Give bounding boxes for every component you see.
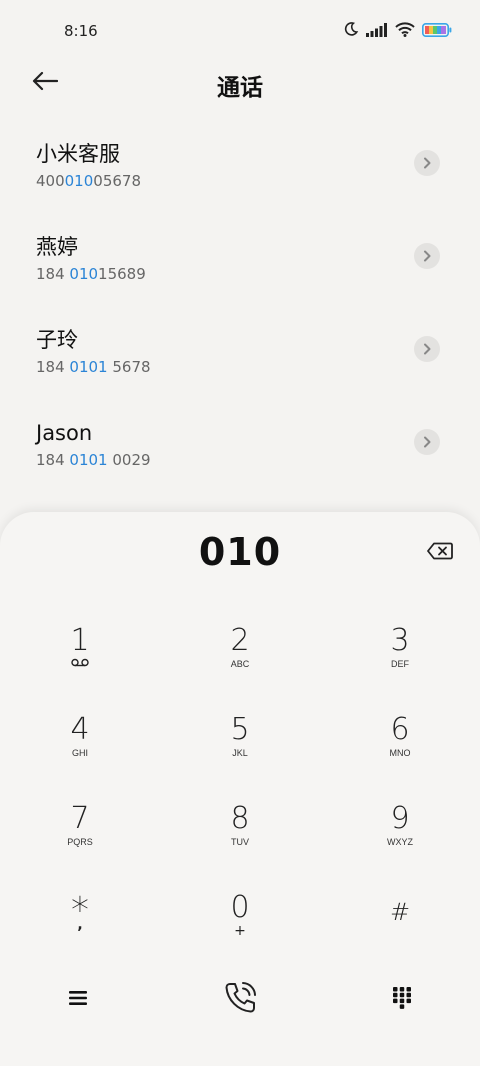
key-letters: TUV — [231, 837, 249, 847]
contact-number: 184 01015689 — [36, 265, 146, 283]
page-title: 通话 — [217, 75, 263, 101]
key-letters: + — [234, 923, 246, 939]
contact-detail-button[interactable] — [414, 336, 440, 362]
status-bar: 8:16 — [0, 0, 480, 62]
key-digit: 8 — [230, 801, 250, 836]
key-2[interactable]: 2 ABC — [160, 620, 320, 709]
key-7[interactable]: 7 PQRS — [0, 798, 160, 887]
menu-button[interactable] — [56, 978, 100, 1022]
key-hash[interactable]: # — [320, 887, 480, 976]
contact-detail-button[interactable] — [414, 150, 440, 176]
key-digit: 4 — [70, 712, 90, 747]
signal-icon — [366, 22, 388, 41]
key-digit: 0 — [230, 890, 250, 925]
key-letters: MNO — [389, 748, 411, 758]
menu-icon — [69, 990, 87, 1010]
bottom-action-bar — [0, 978, 480, 1022]
key-digit: 9 — [390, 801, 410, 836]
key-digit: 7 — [70, 801, 90, 836]
contact-number: 40001005678 — [36, 172, 141, 190]
key-digit: 2 — [230, 623, 250, 658]
contact-detail-button[interactable] — [414, 243, 440, 269]
contact-item[interactable]: 小米客服 40001005678 — [0, 140, 480, 233]
battery-icon — [422, 22, 452, 41]
key-digit: 1 — [70, 623, 90, 658]
contact-list: 小米客服 40001005678 燕婷 184 01015689 子玲 184 … — [0, 140, 480, 512]
dialpad-toggle-button[interactable] — [380, 978, 424, 1022]
call-button[interactable] — [218, 978, 262, 1022]
chevron-right-icon — [422, 433, 432, 452]
contact-detail-button[interactable] — [414, 429, 440, 455]
phone-call-icon — [222, 980, 258, 1020]
dialpad-panel: 010 1 2 ABC 3 DEF 4 GHI 5 JKL 6 MNO 7 PQ… — [0, 512, 480, 1066]
key-letters: DEF — [391, 659, 409, 669]
header: 通话 — [0, 62, 480, 106]
key-digit: 5 — [230, 712, 250, 747]
contact-item[interactable]: 子玲 184 0101 5678 — [0, 326, 480, 419]
key-letters: ABC — [230, 659, 250, 669]
keypad-icon — [393, 987, 411, 1013]
key-5[interactable]: 5 JKL — [160, 709, 320, 798]
key-digit: # — [389, 898, 411, 926]
key-digit: 6 — [390, 712, 410, 747]
key-letters: , — [77, 917, 83, 933]
key-letters: JKL — [232, 748, 248, 758]
contact-item[interactable]: Jason 184 0101 0029 — [0, 419, 480, 512]
key-9[interactable]: 9 WXYZ — [320, 798, 480, 887]
key-3[interactable]: 3 DEF — [320, 620, 480, 709]
key-star[interactable]: * , — [0, 887, 160, 976]
voicemail-icon — [71, 658, 89, 670]
keypad: 1 2 ABC 3 DEF 4 GHI 5 JKL 6 MNO 7 PQRS 8… — [0, 620, 480, 976]
chevron-right-icon — [422, 154, 432, 173]
moon-icon — [343, 21, 359, 41]
contact-number: 184 0101 0029 — [36, 451, 151, 469]
key-letters: WXYZ — [387, 837, 413, 847]
key-4[interactable]: 4 GHI — [0, 709, 160, 798]
contact-number: 184 0101 5678 — [36, 358, 151, 376]
wifi-icon — [395, 21, 415, 41]
status-icons — [343, 21, 452, 41]
contact-item[interactable]: 燕婷 184 01015689 — [0, 233, 480, 326]
status-time: 8:16 — [64, 22, 98, 40]
key-letters: PQRS — [67, 837, 93, 847]
key-digit: 3 — [390, 623, 410, 658]
dialed-number: 010 — [198, 530, 282, 574]
backspace-icon — [427, 542, 453, 564]
backspace-button[interactable] — [426, 542, 454, 564]
key-1[interactable]: 1 — [0, 620, 160, 709]
key-8[interactable]: 8 TUV — [160, 798, 320, 887]
chevron-right-icon — [422, 340, 432, 359]
chevron-right-icon — [422, 247, 432, 266]
key-letters: GHI — [71, 748, 88, 758]
key-6[interactable]: 6 MNO — [320, 709, 480, 798]
key-0[interactable]: 0 + — [160, 887, 320, 976]
